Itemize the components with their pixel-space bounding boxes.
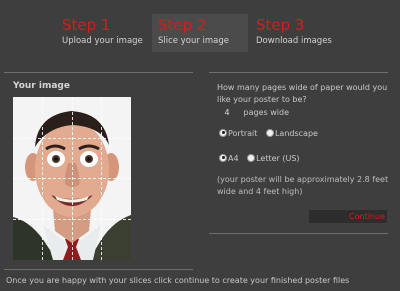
step-1-title: Step 1 [62,16,111,34]
pages-wide-input[interactable] [217,107,237,118]
landscape-label: Landscape [274,129,318,138]
a4-label: A4 [228,154,239,163]
pages-wide-label: pages wide [243,108,290,117]
pages-question: How many pages wide of paper would you l… [217,83,388,104]
a4-radio[interactable] [219,153,227,162]
step-3-title: Step 3 [256,16,305,34]
slice-guide-horizontal[interactable] [13,219,131,220]
paper-size-options: A4 Letter (US) [219,153,300,165]
letter-radio[interactable] [247,153,256,162]
pages-wide-row: pages wide [217,107,289,119]
slice-guide-horizontal[interactable] [13,178,131,179]
orientation-options: Portrait Landscape [219,128,318,140]
letter-label: Letter (US) [256,154,300,163]
step-2-subtitle: Slice your image [158,36,230,46]
letter-option[interactable]: Letter (US) [247,153,300,165]
image-panel-title: Your image [13,81,70,91]
step-2-title: Step 2 [158,16,207,34]
step-navigation: Step 1 Upload your image Step 2 Slice yo… [56,14,356,54]
step-3-subtitle: Download images [256,36,332,46]
portrait-radio[interactable] [219,128,227,137]
poster-size-note: (your poster will be approximately 2.8 f… [217,175,389,196]
a4-option[interactable]: A4 [219,153,239,165]
step-1[interactable]: Step 1 Upload your image [56,14,151,52]
uploaded-image-preview [13,97,131,260]
continue-button[interactable]: Continue [309,210,387,223]
step-2[interactable]: Step 2 Slice your image [152,14,248,52]
step-1-subtitle: Upload your image [62,36,143,46]
landscape-radio[interactable] [265,128,274,137]
step-3[interactable]: Step 3 Download images [250,14,350,52]
options-panel: How many pages wide of paper would you l… [209,72,388,234]
landscape-option[interactable]: Landscape [265,128,318,140]
portrait-label: Portrait [228,129,258,138]
footer-instructions: Once you are happy with your slices clic… [6,276,350,285]
portrait-option[interactable]: Portrait [219,128,257,140]
image-panel: Your image [4,72,193,270]
slice-guide-horizontal[interactable] [13,138,131,139]
